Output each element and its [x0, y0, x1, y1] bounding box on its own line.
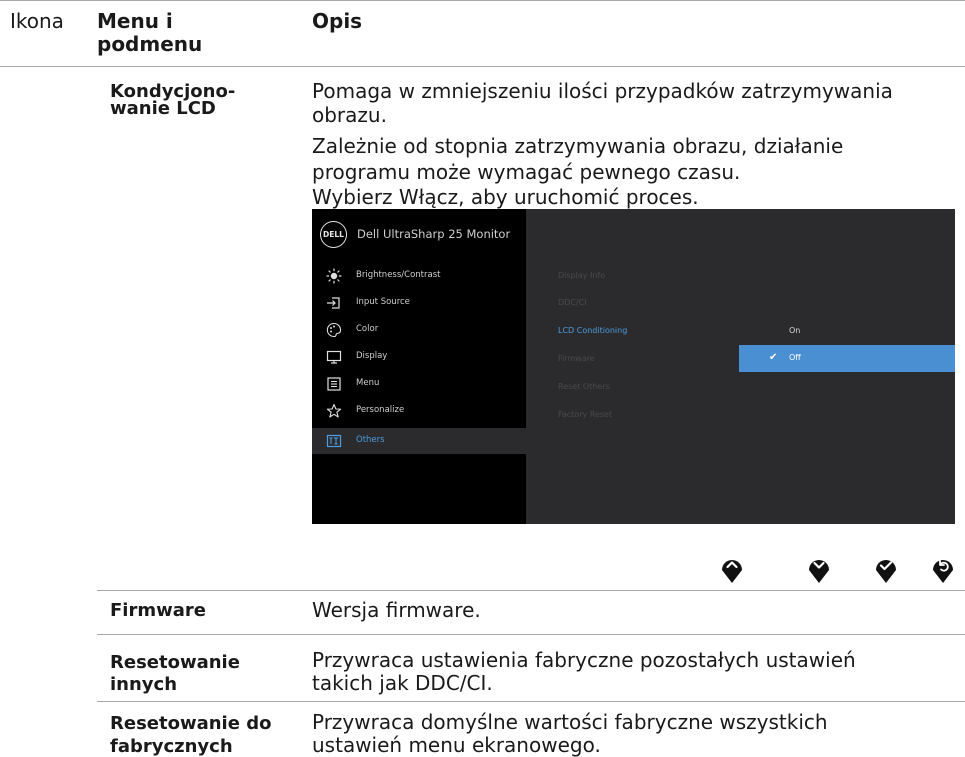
firmware-name: Firmware	[110, 600, 206, 621]
osd-screenshot: DELL Dell UltraSharp 25 Monitor Brightne…	[312, 209, 955, 524]
osd-menu-label: Color	[356, 324, 379, 334]
osd-menu-menu[interactable]: Menu	[312, 371, 526, 397]
reset-others-desc-line2: takich jak DDC/CI.	[312, 671, 493, 695]
osd-menu-label: Personalize	[356, 405, 405, 415]
osd-submenu-ddc-ci[interactable]: DDC/CI	[558, 298, 587, 307]
display-icon	[326, 350, 342, 364]
osd-option-off[interactable]: ✔ Off	[739, 345, 955, 372]
osd-menu-personalize[interactable]: Personalize	[312, 398, 526, 424]
factory-reset-name-line1: Resetowanie do	[110, 713, 272, 734]
header-menu-label-line1: Menu i	[97, 9, 173, 33]
osd-submenu-lcd-conditioning[interactable]: LCD Conditioning	[558, 326, 627, 335]
osd-option-label: On	[789, 326, 801, 335]
osd-option-label: Off	[789, 353, 801, 362]
lcd-conditioning-desc-line2: obrazu.	[312, 103, 387, 127]
row-divider	[97, 590, 965, 591]
osd-menu-display[interactable]: Display	[312, 344, 526, 370]
row-divider	[97, 701, 965, 702]
dell-logo: DELL	[320, 221, 347, 248]
brightness-icon	[326, 268, 342, 284]
osd-menu-label: Input Source	[356, 297, 410, 307]
others-icon	[326, 434, 342, 448]
osd-submenu-display-info[interactable]: Display Info	[558, 271, 605, 280]
up-icon[interactable]	[720, 554, 744, 584]
osd-submenu-firmware[interactable]: Firmware	[558, 354, 595, 363]
lcd-conditioning-desc-line3: Zależnie od stopnia zatrzymywania obrazu…	[312, 134, 844, 158]
star-icon	[326, 403, 342, 418]
osd-menu-label: Display	[356, 351, 388, 361]
reset-others-name-line1: Resetowanie	[110, 652, 240, 673]
menu-icon	[327, 377, 341, 391]
osd-menu-others[interactable]: Others	[312, 428, 526, 454]
header-bottom-rule	[0, 66, 965, 67]
header-icon-label: Ikona	[10, 9, 64, 33]
osd-submenu-factory-reset[interactable]: Factory Reset	[558, 410, 612, 419]
lcd-conditioning-desc-line5: Wybierz Włącz, aby uruchomić proces.	[312, 185, 699, 209]
factory-reset-desc-line2: ustawień menu ekranowego.	[312, 733, 601, 757]
check-icon[interactable]	[874, 554, 898, 584]
header-menu-label-line2: podmenu	[97, 32, 203, 56]
header-description-label: Opis	[312, 9, 363, 33]
lcd-conditioning-desc-line1: Pomaga w zmniejszeniu ilości przypadków …	[312, 79, 893, 103]
firmware-desc: Wersja firmware.	[312, 598, 481, 622]
back-icon[interactable]	[931, 554, 955, 584]
osd-submenu-reset-others[interactable]: Reset Others	[558, 382, 610, 391]
osd-menu-label: Menu	[356, 378, 380, 388]
osd-menu-input-source[interactable]: Input Source	[312, 290, 526, 316]
factory-reset-desc-line1: Przywraca domyślne wartości fabryczne ws…	[312, 710, 828, 734]
reset-others-desc-line1: Przywraca ustawienia fabryczne pozostały…	[312, 648, 856, 672]
factory-reset-name-line2: fabrycznych	[110, 736, 233, 757]
osd-menu-label: Others	[356, 435, 385, 445]
down-icon[interactable]	[807, 554, 831, 584]
lcd-conditioning-name-line2: wanie LCD	[110, 98, 216, 119]
header-top-rule	[0, 0, 965, 1]
osd-option-on[interactable]: On	[739, 318, 955, 345]
osd-menu-label: Brightness/Contrast	[356, 270, 441, 280]
lcd-conditioning-desc-line4: programu może wymagać pewnego czasu.	[312, 160, 741, 184]
osd-menu-brightness-contrast[interactable]: Brightness/Contrast	[312, 263, 526, 289]
input-source-icon	[327, 297, 340, 309]
checkmark-icon: ✔	[769, 352, 778, 363]
osd-menu-color[interactable]: Color	[312, 317, 526, 343]
row-divider	[97, 634, 965, 635]
color-palette-icon	[326, 322, 342, 337]
osd-model-name: Dell UltraSharp 25 Monitor	[357, 227, 511, 241]
reset-others-name-line2: innych	[110, 674, 178, 695]
